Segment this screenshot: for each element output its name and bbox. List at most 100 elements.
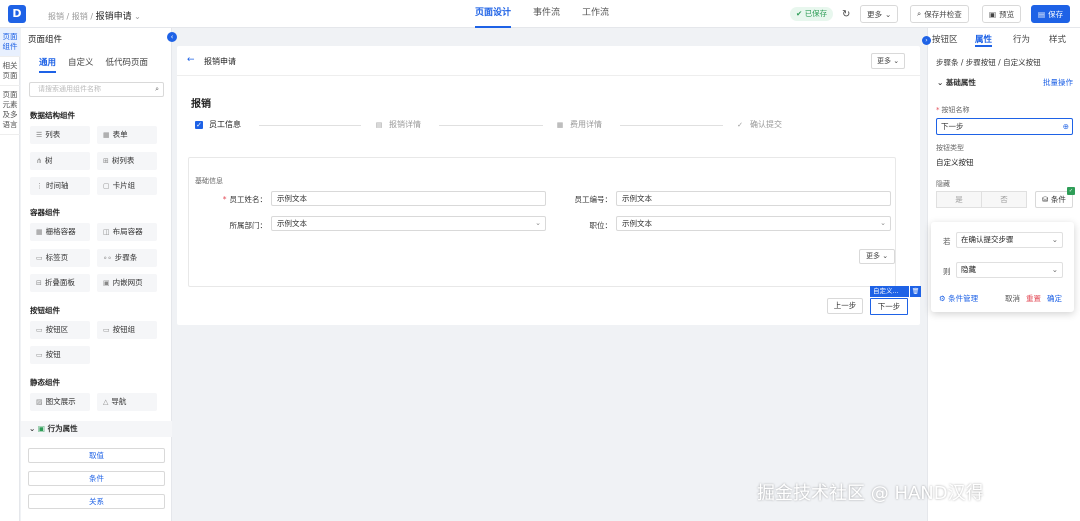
component-tree[interactable]: ⋔ 树	[30, 152, 90, 170]
preview-button[interactable]: ▣ 预览	[982, 5, 1022, 23]
back-arrow-icon[interactable]: ←	[187, 55, 195, 65]
rail-page-components[interactable]: 页面组件	[0, 28, 20, 57]
component-image-text[interactable]: ▨ 图文展示	[30, 393, 90, 411]
app-logo[interactable]: D	[8, 5, 26, 23]
tree-icon: ⋔	[36, 157, 42, 165]
component-panel: 页面组件 通用 自定义 低代码页面 请搜索通用组件名称 ⌕ 数据结构组件 ☰ 列表…	[21, 28, 172, 521]
component-grid-container[interactable]: ▦ 栅格容器	[30, 223, 90, 241]
designer-tabs: 页面设计 事件流 工作流	[475, 0, 609, 28]
design-canvas: ← 报销申请 更多 ⌄ 报销 ✓ 员工信息 ▤ 报销详情 ▦ 费用详情 ✓ 确认提交 基…	[177, 46, 921, 325]
then-action-select[interactable]: 隐藏 ⌄	[956, 262, 1063, 278]
button-name-label: * 按钮名称	[936, 106, 970, 114]
tab-properties[interactable]: 属性	[975, 33, 993, 47]
grid-icon: ▦	[36, 228, 43, 236]
trash-icon[interactable]: 🗑	[910, 286, 921, 297]
tab-page-design[interactable]: 页面设计	[475, 0, 512, 28]
popover-cancel-button[interactable]: 取消	[1005, 293, 1020, 304]
field-label-id: 员工编号：	[574, 195, 613, 204]
popover-reset-button[interactable]: 重置	[1026, 293, 1041, 304]
save-button[interactable]: ▤ 保存	[1031, 5, 1071, 23]
step-confirm-submit[interactable]: ✓ 确认提交	[736, 119, 782, 130]
step-expense-detail[interactable]: ▦ 费用详情	[556, 119, 602, 130]
button-group-icon: ▭	[103, 326, 110, 334]
button-name-input[interactable]: 下一步 ⊕	[936, 118, 1073, 135]
employee-name-input[interactable]: 示例文本	[271, 191, 546, 206]
behavior-condition-button[interactable]: 条件	[28, 471, 165, 486]
next-step-button[interactable]: 下一步	[870, 298, 908, 315]
component-list[interactable]: ☰ 列表	[30, 126, 90, 144]
prev-step-button[interactable]: 上一步	[827, 298, 863, 314]
component-form[interactable]: ▦ 表单	[97, 126, 157, 144]
chevron-down-icon: ⌄	[937, 78, 944, 87]
tab-event-flow[interactable]: 事件流	[533, 0, 560, 28]
breadcrumb-parent[interactable]: 报销 / 报销 /	[48, 12, 93, 21]
tab-custom[interactable]: 自定义	[68, 56, 94, 73]
globe-icon[interactable]: ⊕	[1063, 119, 1069, 134]
button-area-icon: ▭	[36, 326, 43, 334]
behavior-relation-button[interactable]: 关系	[28, 494, 165, 509]
rail-page-elements[interactable]: 页面元素及多语言	[0, 86, 20, 135]
tab-button-area[interactable]: › 按钮区	[922, 33, 958, 45]
component-search-input[interactable]: 请搜索通用组件名称 ⌕	[29, 82, 164, 97]
tab-style[interactable]: 样式	[1049, 33, 1066, 45]
behavior-section-header[interactable]: ⌄ ▣ 行为属性	[21, 421, 172, 437]
component-button-area[interactable]: ▭ 按钮区	[30, 321, 90, 339]
panel-title: 页面组件	[28, 35, 63, 45]
breadcrumb-current[interactable]: 报销申请	[96, 12, 132, 22]
department-select[interactable]: 示例文本 ⌄	[271, 216, 546, 231]
field-label-department: 所属部门：	[229, 221, 268, 230]
behavior-value-button[interactable]: 取值	[28, 448, 165, 463]
step-connector	[439, 125, 543, 126]
component-iframe[interactable]: ▣ 内嵌网页	[97, 274, 157, 292]
component-steps[interactable]: ∘∘ 步骤条	[97, 249, 157, 267]
collapse-panel-icon[interactable]: ›	[922, 36, 931, 45]
component-collapse-panel[interactable]: ⊟ 折叠面板	[30, 274, 90, 292]
rail-related-pages[interactable]: 相关页面	[0, 57, 20, 86]
refresh-button[interactable]: ↻	[836, 5, 857, 23]
component-button[interactable]: ▭ 按钮	[30, 346, 90, 364]
tab-lowcode-page[interactable]: 低代码页面	[106, 56, 149, 73]
chevron-down-icon: ⌄	[1051, 235, 1058, 244]
layout-icon: ◫	[103, 228, 110, 236]
component-button-group[interactable]: ▭ 按钮组	[97, 321, 157, 339]
basic-properties-section[interactable]: ⌄ 基础属性 批量操作	[928, 76, 1080, 92]
step-reimbursement-detail[interactable]: ▤ 报销详情	[375, 119, 421, 130]
collapse-icon: ⊟	[36, 279, 42, 287]
employee-id-input[interactable]: 示例文本	[616, 191, 891, 206]
save-and-check-button[interactable]: ⌕ 保存并检查	[910, 5, 969, 23]
search-icon[interactable]: ⌕	[155, 83, 159, 96]
tab-behavior[interactable]: 行为	[1013, 33, 1030, 45]
hidden-no-option[interactable]: 否	[981, 191, 1027, 208]
tab-workflow[interactable]: 工作流	[582, 0, 609, 28]
component-timeline[interactable]: ⋮ 时间轴	[30, 177, 90, 195]
component-card-group[interactable]: ▢ 卡片组	[97, 177, 157, 195]
component-breadcrumb: 步骤条 / 步骤按钮 / 自定义按钮	[936, 58, 1041, 67]
tab-common[interactable]: 通用	[39, 56, 57, 73]
condition-manage-link[interactable]: ⚙ 条件管理	[939, 293, 978, 304]
group-static-components: 静态组件	[30, 378, 60, 387]
position-select[interactable]: 示例文本 ⌄	[616, 216, 891, 231]
group-container-components: 容器组件	[30, 208, 60, 217]
component-navigation[interactable]: △ 导航	[97, 393, 157, 411]
component-layout-container[interactable]: ◫ 布局容器	[97, 223, 157, 241]
page-more-button[interactable]: 更多 ⌄	[871, 53, 906, 69]
step-connector	[259, 125, 361, 126]
more-button[interactable]: 更多 ⌄	[860, 5, 899, 23]
component-tree-list[interactable]: ⊞ 树列表	[97, 152, 157, 170]
step-employee-info[interactable]: ✓ 员工信息	[195, 119, 241, 130]
popover-ok-button[interactable]: 确定	[1047, 293, 1062, 304]
if-condition-select[interactable]: 在确认提交步骤 ⌄	[956, 232, 1063, 248]
form-icon: ▦	[103, 131, 110, 139]
section-title: 基础信息	[195, 177, 223, 185]
timeline-icon: ⋮	[36, 182, 43, 190]
chevron-down-icon[interactable]: ⌄	[134, 12, 141, 21]
collapse-panel-icon[interactable]: ‹	[167, 32, 177, 42]
then-label: 则	[943, 267, 951, 276]
save-icon: ▤	[1038, 9, 1046, 19]
hidden-yes-option[interactable]: 是	[936, 191, 982, 208]
section-more-button[interactable]: 更多 ⌄	[859, 249, 896, 264]
selected-component-tag[interactable]: 自定义...	[870, 286, 909, 297]
bulk-operation-link[interactable]: 批量操作	[1043, 76, 1073, 90]
component-tabs[interactable]: ▭ 标签页	[30, 249, 90, 267]
group-data-components: 数据结构组件	[30, 111, 75, 120]
